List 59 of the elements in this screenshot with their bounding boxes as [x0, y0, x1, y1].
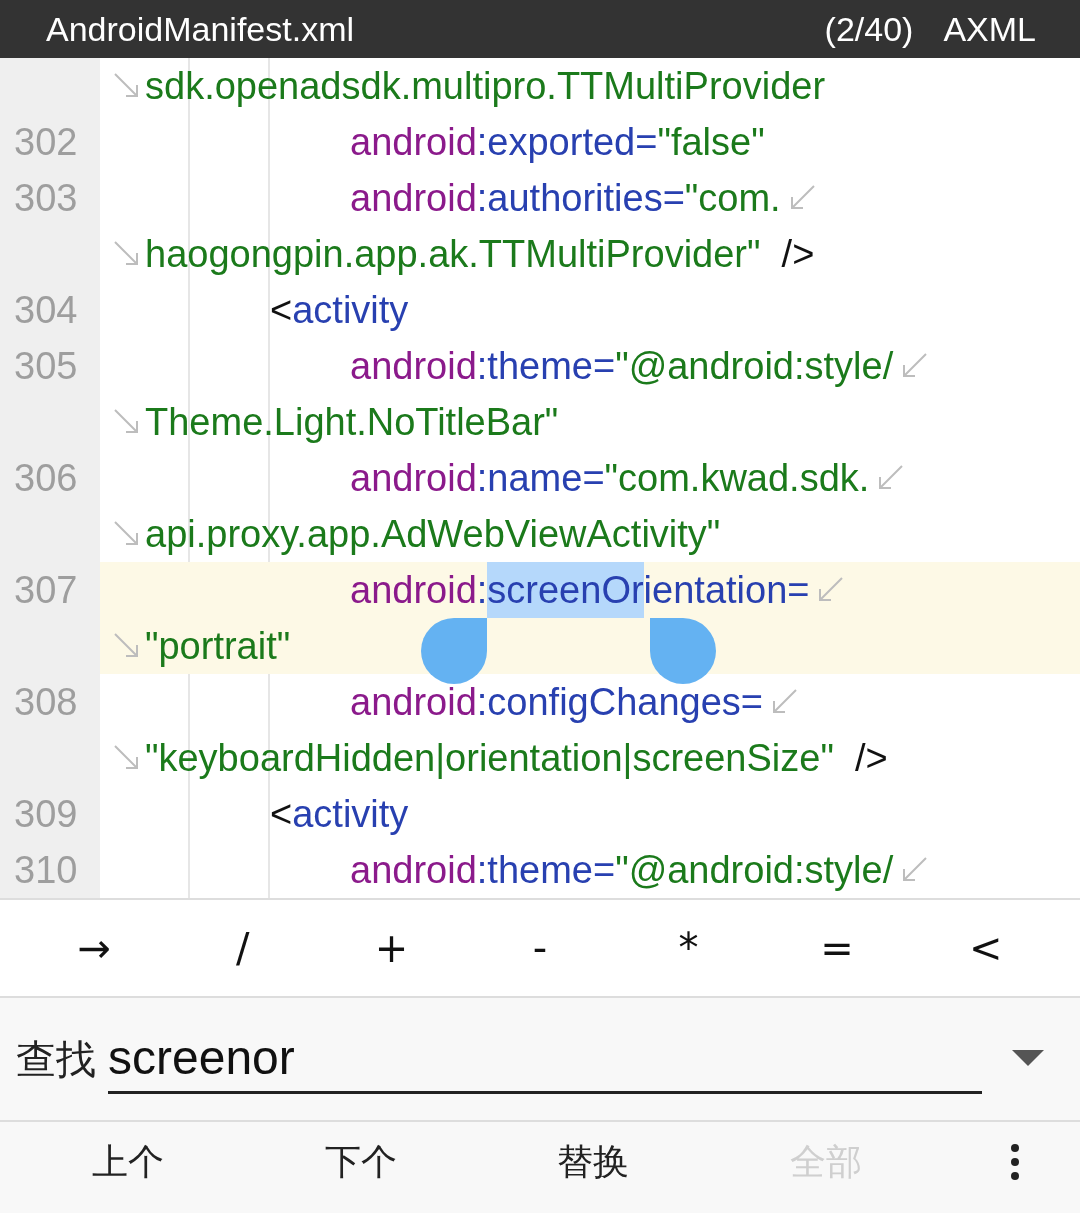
attribute-text: :theme=	[476, 848, 616, 892]
value-text: "@android:style/	[615, 344, 894, 388]
namespace-text: android	[350, 456, 477, 500]
punctuation-text: <	[270, 288, 293, 332]
symbol-key[interactable]: →	[44, 924, 145, 972]
action-button[interactable]: 替换	[545, 1127, 768, 1197]
symbol-key[interactable]: +	[341, 924, 442, 972]
line-number: 302	[14, 120, 78, 164]
more-icon[interactable]	[1010, 1142, 1020, 1182]
selected-text: screenOr	[487, 562, 644, 618]
value-text: api.proxy.app.AdWebViewActivity"	[145, 512, 721, 556]
value-text: "com.kwad.sdk.	[604, 456, 870, 500]
action-button[interactable]: 下个	[312, 1127, 535, 1197]
attribute-text: :	[476, 568, 488, 612]
file-title: AndroidManifest.xml	[46, 9, 355, 49]
attribute-text: :theme=	[476, 344, 616, 388]
line-number: 310	[14, 848, 78, 892]
attribute-text: ientation=	[643, 568, 810, 612]
punctuation-text: <	[270, 792, 293, 836]
line-number: 306	[14, 456, 78, 500]
symbol-key[interactable]: <	[935, 924, 1036, 972]
namespace-text: android	[350, 176, 477, 220]
punctuation-text: />	[854, 736, 888, 780]
value-text: Theme.Light.NoTitleBar"	[145, 400, 559, 444]
dropdown-icon[interactable]	[1012, 1050, 1044, 1068]
attribute-text: :name=	[476, 456, 605, 500]
action-button[interactable]: 上个	[80, 1127, 303, 1197]
line-number: 305	[14, 344, 78, 388]
attribute-text: :authorities=	[476, 176, 685, 220]
attribute-text: :exported=	[476, 120, 658, 164]
punctuation-text: />	[780, 232, 815, 276]
line-number: 307	[14, 568, 78, 612]
value-text: "@android:style/	[615, 848, 894, 892]
line-number: 309	[14, 792, 78, 836]
value-text: sdk.openadsdk.multipro.TTMultiProvider	[145, 64, 826, 108]
namespace-text: android	[350, 344, 477, 388]
line-number: 303	[14, 176, 78, 220]
symbol-key[interactable]: =	[787, 924, 888, 972]
mode-label: AXML	[943, 9, 1036, 49]
symbol-key[interactable]: /	[192, 924, 293, 972]
value-text: haogongpin.app.ak.TTMultiProvider"	[145, 232, 761, 276]
value-text: "portrait"	[145, 624, 291, 668]
line-number: 304	[14, 288, 78, 332]
value-text: "false"	[657, 120, 765, 164]
code-editor[interactable]	[0, 58, 1080, 898]
tag-text: activity	[292, 288, 409, 332]
symbol-key[interactable]: -	[489, 924, 590, 972]
namespace-text: android	[350, 568, 477, 612]
tag-text: activity	[292, 792, 409, 836]
namespace-text: android	[350, 848, 477, 892]
find-label: 查找	[16, 1035, 96, 1083]
namespace-text: android	[350, 120, 477, 164]
attribute-text: :configChanges=	[476, 680, 764, 724]
value-text: "keyboardHidden|orientation|screenSize"	[145, 736, 834, 780]
line-number: 308	[14, 680, 78, 724]
symbol-key[interactable]: *	[638, 924, 739, 972]
value-text: "com.	[684, 176, 781, 220]
match-position: (2/40)	[824, 9, 914, 49]
namespace-text: android	[350, 680, 477, 724]
